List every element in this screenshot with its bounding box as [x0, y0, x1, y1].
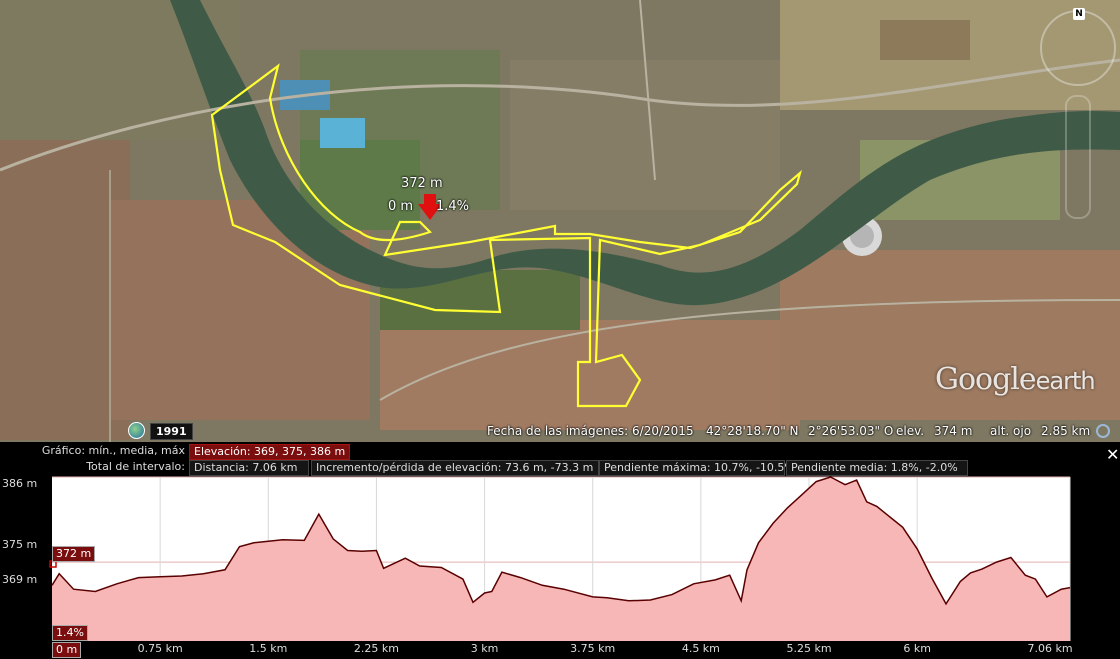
x-tick-label: 6 km	[903, 642, 931, 655]
x-tick-label: 3.75 km	[570, 642, 616, 655]
x-tick-label: 7.06 km	[1027, 642, 1073, 655]
graph-label: Gráfico:	[41, 444, 86, 457]
logo-earth: earth	[1035, 367, 1096, 395]
max-slope-summary: Pendiente máxima: 10.7%, -10.5%	[599, 460, 795, 476]
graph-value: mín., media, máx	[88, 444, 185, 457]
eye-altitude-label: alt. ojo	[990, 424, 1032, 438]
imagery-year[interactable]: 1991	[150, 423, 193, 440]
map-view[interactable]: 372 m 0 m 1.4% N Googleearth 1991 Fecha …	[0, 0, 1120, 442]
cursor-elevation-tag: 372 m	[52, 546, 96, 562]
elevation-label: elev.	[896, 424, 925, 438]
zoom-slider[interactable]	[1065, 95, 1091, 219]
graph-label-row: Gráfico: mín., media, máx	[5, 444, 185, 457]
compass-ring[interactable]	[1040, 10, 1116, 86]
avg-slope-summary: Pendiente media: 1.8%, -2.0%	[786, 460, 968, 476]
route-distance-label: 0 m	[388, 199, 414, 214]
gain-loss-summary: Incremento/pérdida de elevación: 73.6 m,…	[311, 460, 599, 476]
y-tick-369: 369 m	[2, 573, 38, 586]
north-indicator[interactable]: N	[1073, 8, 1085, 20]
elevation-profile-panel: Gráfico: mín., media, máx Elevación: 369…	[0, 442, 1120, 659]
close-icon[interactable]: ✕	[1106, 445, 1119, 464]
x-tick-label: 1.5 km	[249, 642, 288, 655]
x-tick-label: 3 km	[470, 642, 499, 655]
loading-icon	[1096, 424, 1110, 438]
elevation-summary: Elevación: 369, 375, 386 m	[189, 444, 351, 460]
cursor-slope-tag: 1.4%	[52, 625, 88, 641]
y-tick-386: 386 m	[2, 477, 38, 490]
x-tick-label: 5.25 km	[786, 642, 832, 655]
latitude: 42°28'18.70" N	[706, 424, 799, 438]
imagery-date: Fecha de las imágenes: 6/20/2015	[487, 424, 694, 438]
elevation-value: 374 m	[934, 424, 973, 438]
cursor-distance-tag: 0 m	[52, 642, 82, 658]
google-earth-logo: Googleearth	[935, 362, 1096, 397]
y-tick-375: 375 m	[2, 538, 38, 551]
interval-label: Total de intervalo:	[86, 460, 185, 473]
eye-altitude-value: 2.85 km	[1041, 424, 1091, 438]
x-tick-label: 0.75 km	[137, 642, 183, 655]
route-elevation-label: 372 m	[401, 176, 443, 191]
historical-imagery-icon[interactable]	[128, 422, 145, 439]
x-tick-label: 2.25 km	[353, 642, 399, 655]
longitude: 2°26'53.03" O	[808, 424, 894, 438]
logo-google: Google	[935, 362, 1037, 397]
route-slope-label: 1.4%	[436, 199, 470, 214]
distance-summary: Distancia: 7.06 km	[189, 460, 309, 476]
x-tick-label: 4.5 km	[681, 642, 720, 655]
